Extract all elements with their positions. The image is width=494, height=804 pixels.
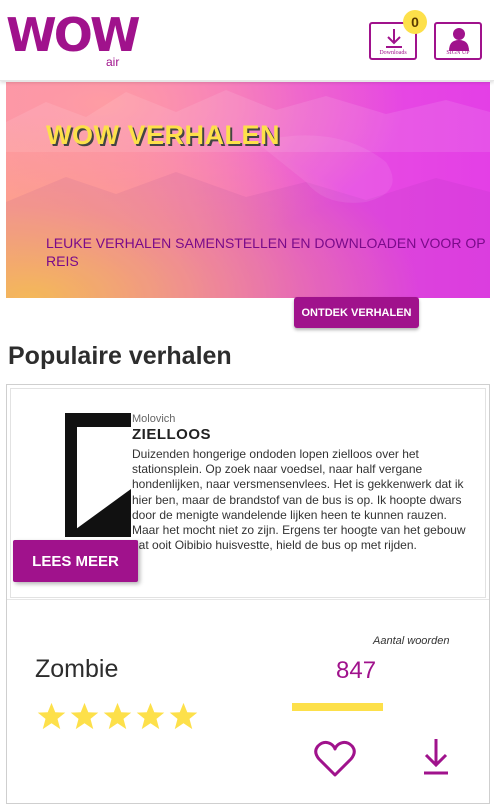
word-count-label: Aantal woorden — [373, 635, 450, 647]
word-count-bar — [292, 703, 383, 711]
star-icon[interactable] — [167, 701, 200, 731]
card-divider — [7, 599, 489, 600]
cover-excerpt: Duizenden hongerige ondoden lopen ziello… — [132, 447, 466, 553]
word-count-value: 847 — [336, 657, 377, 684]
story-cover[interactable]: Molovich ZIELLOOS Duizenden hongerige on… — [10, 388, 486, 598]
discover-stories-button[interactable]: ONTDEK VERHALEN — [294, 297, 419, 328]
logo-subtext: air — [106, 55, 120, 69]
cover-title: ZIELLOOS — [132, 426, 211, 443]
rating-stars — [35, 701, 200, 731]
sign-up-button[interactable]: SIGN UP — [434, 22, 482, 60]
sign-up-label: SIGN UP — [446, 50, 470, 56]
hero-subtitle: LEUKE VERHALEN SAMENSTELLEN EN DOWNLOADE… — [46, 235, 486, 269]
wow-air-logo[interactable]: WOW air — [6, 8, 141, 72]
star-icon[interactable] — [101, 701, 134, 731]
section-title: Populaire verhalen — [8, 342, 232, 370]
hero-title: WOW VERHALEN — [46, 120, 280, 150]
logo-wordmark: WOW — [6, 8, 141, 62]
star-icon[interactable] — [134, 701, 167, 731]
downloads-label: Downloads — [379, 50, 407, 56]
download-icon — [386, 29, 402, 48]
downloads-count-badge: 0 — [403, 10, 427, 34]
user-icon — [449, 28, 469, 51]
cover-artwork — [65, 413, 131, 537]
cover-author: Molovich — [132, 413, 176, 425]
star-icon[interactable] — [35, 701, 68, 731]
read-more-button[interactable]: LEES MEER — [13, 540, 138, 582]
hero-banner: WOW VERHALEN LEUKE VERHALEN SAMENSTELLEN… — [6, 82, 490, 298]
story-genre: Zombie — [35, 655, 119, 683]
story-card: Molovich ZIELLOOS Duizenden hongerige on… — [6, 384, 490, 804]
download-icon[interactable] — [422, 737, 450, 777]
star-icon[interactable] — [68, 701, 101, 731]
heart-icon[interactable] — [313, 739, 357, 779]
